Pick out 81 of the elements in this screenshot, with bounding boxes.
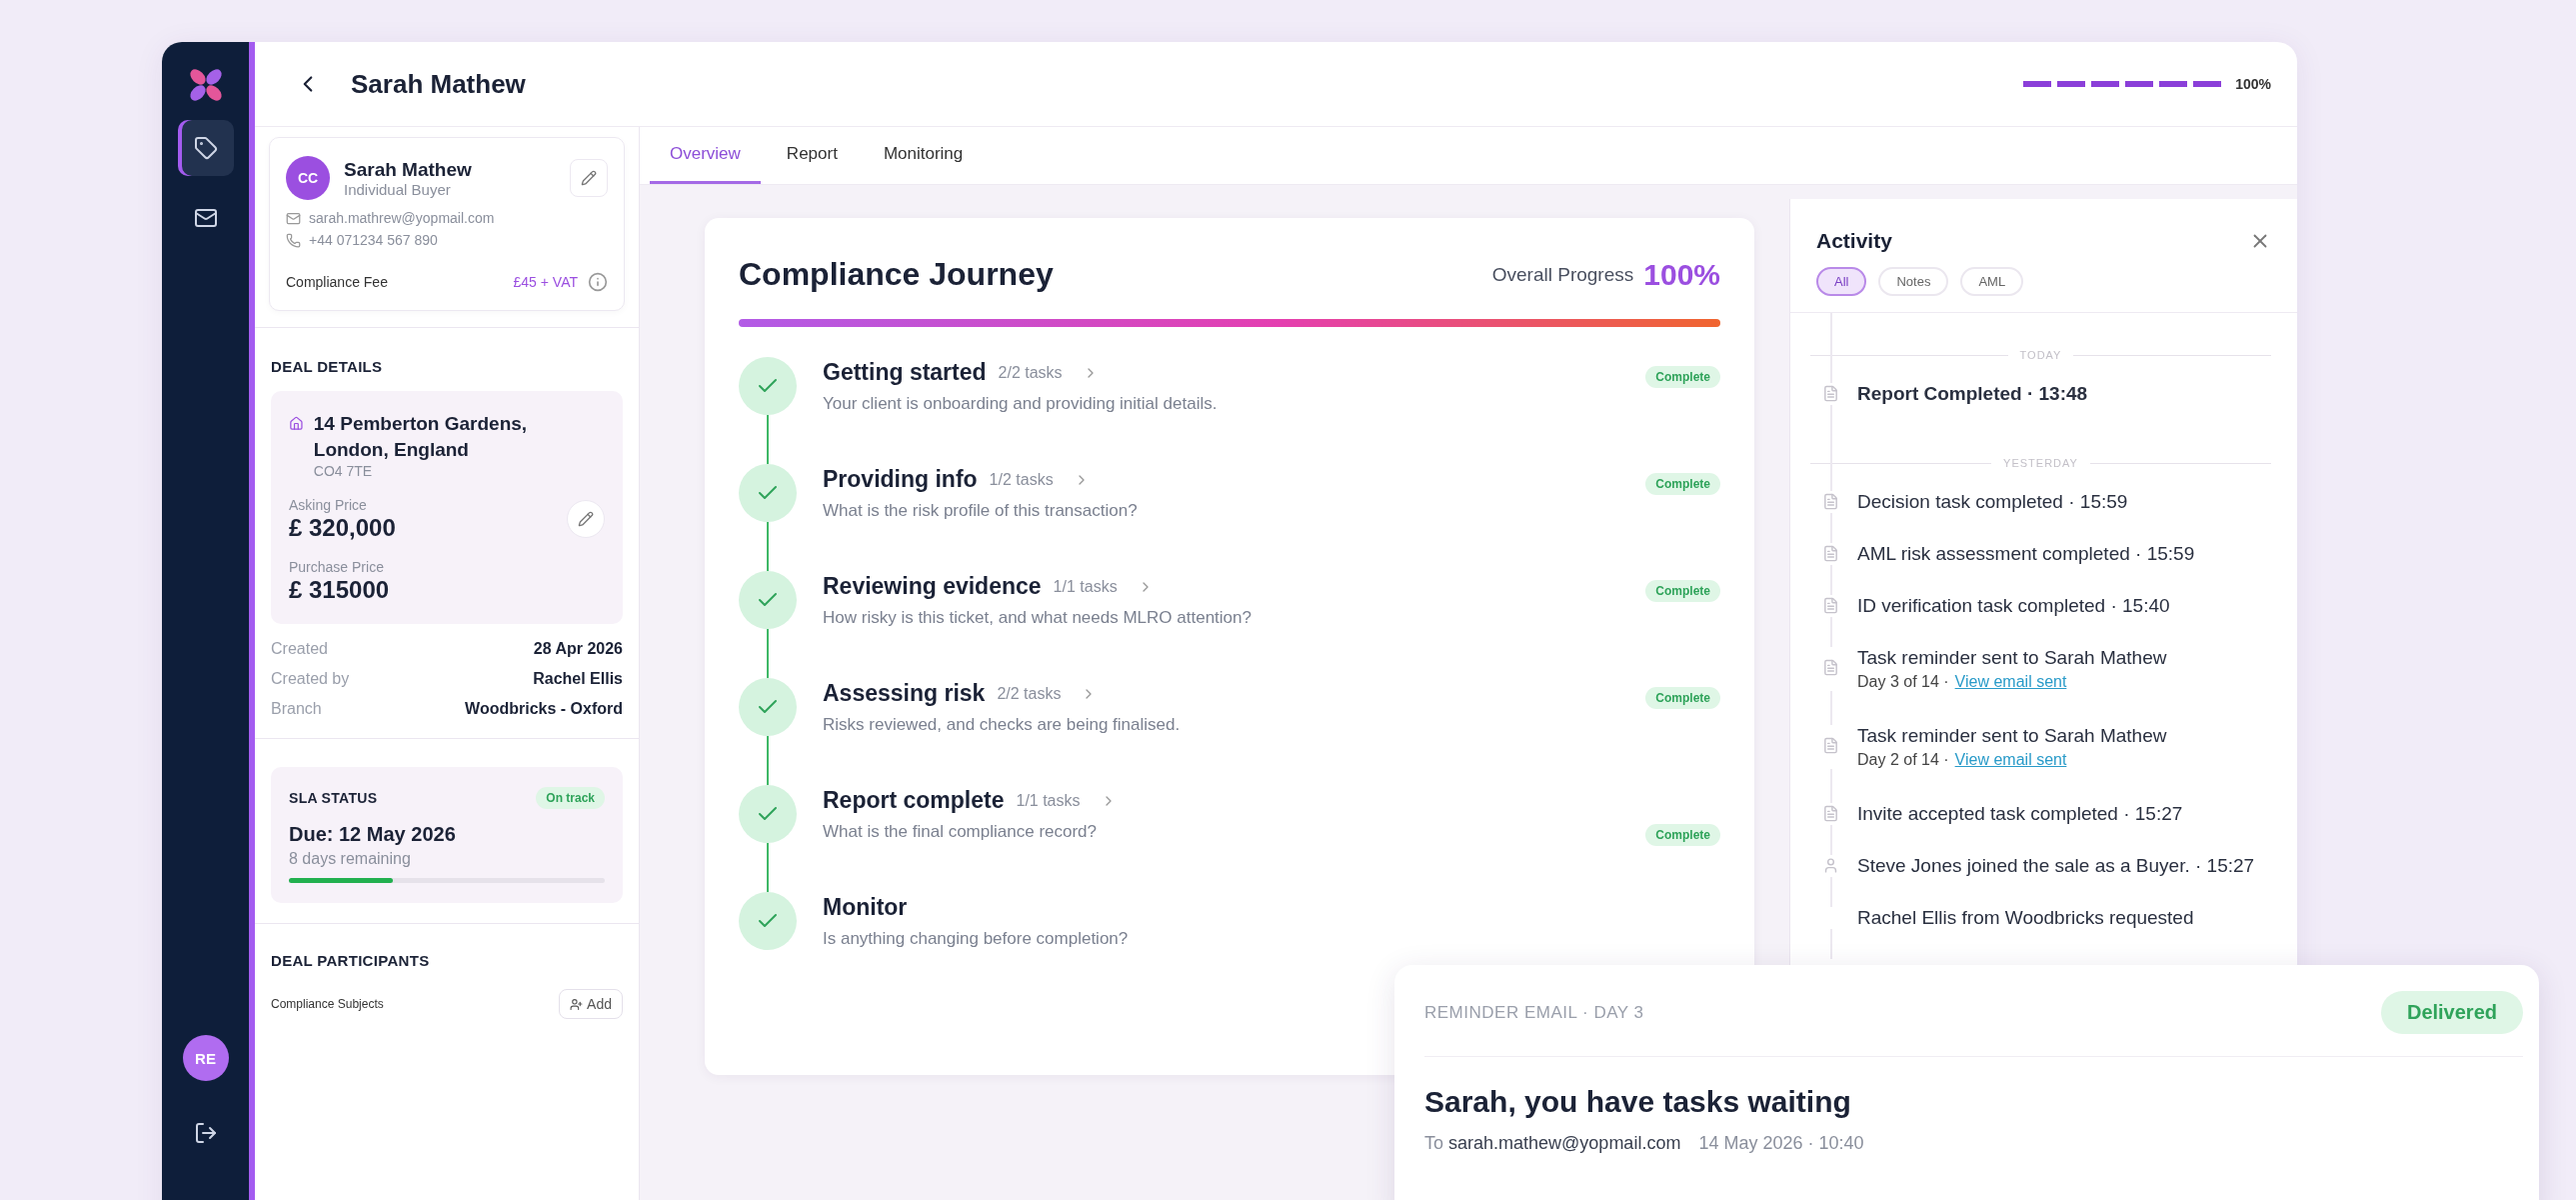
progress-label: 100% [2235, 76, 2271, 92]
step-tasks: 1/2 tasks [989, 470, 1054, 489]
status-badge: Complete [1645, 580, 1720, 602]
subjects-label: Compliance Subjects [271, 997, 384, 1012]
price-label: Asking Price [289, 497, 367, 514]
client-phone: +44 071234 567 890 [309, 232, 438, 248]
page-title: Sarah Mathew [351, 68, 526, 100]
fee-label: Compliance Fee [286, 274, 388, 290]
overall-progress-value: 100% [1643, 257, 1720, 292]
step-title: Report complete [823, 787, 1005, 814]
fact-label: Created by [271, 670, 350, 689]
status-badge: Complete [1645, 366, 1720, 388]
section-heading: DEAL PARTICIPANTS [271, 952, 431, 970]
journey-title: Compliance Journey [739, 256, 1054, 293]
overall-progress-label: Overall Progress [1491, 263, 1634, 286]
status-badge: Complete [1645, 824, 1720, 846]
activity-text: AML risk assessment completed · 15:59 [1857, 543, 2195, 565]
fact-value: Rachel Ellis [533, 670, 623, 689]
status-badge: On track [536, 787, 605, 810]
client-email: sarah.mathrew@yopmail.com [309, 210, 495, 226]
deal-postcode: CO4 7TE [313, 463, 373, 480]
activity-text: ID verification task completed · 15:40 [1857, 595, 2170, 617]
step-title: Assessing risk [823, 680, 986, 707]
fact-label: Branch [271, 700, 322, 719]
email-recipient: To sarah.mathew@yopmail.com [1424, 1133, 1681, 1154]
activity-text: Task reminder sent to Sarah Mathew [1857, 647, 2167, 669]
section-heading: DEAL DETAILS [271, 358, 384, 375]
tab[interactable]: Monitoring [863, 127, 984, 184]
step-description: Your client is onboarding and providing initial details. [823, 394, 1219, 414]
step-tasks: 2/2 tasks [997, 684, 1062, 703]
client-name: Sarah Mathew [344, 158, 472, 181]
activity-text: Invite accepted task completed · 15:27 [1857, 803, 2183, 825]
step-description: How risky is this ticket, and what needs MLRO attention? [823, 608, 1253, 628]
fee-value: £45 + VAT [513, 274, 578, 290]
user-avatar[interactable]: RE [182, 1035, 229, 1081]
price-label: Purchase Price [289, 559, 384, 576]
step-description: What is the risk profile of this transaction? [823, 501, 1139, 521]
activity-detail: Day 3 of 14 · [1857, 673, 1949, 691]
fact-label: Created [271, 640, 328, 659]
fact-value: 28 Apr 2026 [533, 640, 623, 659]
filter-chip[interactable]: AML [1960, 267, 2024, 296]
price-value: £ 320,000 [289, 514, 396, 543]
activity-text: Report Completed · 13:48 [1857, 383, 2088, 405]
price-value: £ 315000 [289, 576, 390, 605]
step-description: Risks reviewed, and checks are being finalised. [823, 715, 1182, 735]
step-description: What is the final compliance record? [823, 822, 1099, 842]
step-tasks: 1/1 tasks [1053, 577, 1118, 596]
step-title: Monitor [823, 894, 908, 921]
activity-text: Task reminder sent to Sarah Mathew [1857, 725, 2167, 747]
client-role: Individual Buyer [344, 180, 452, 198]
filter-chip[interactable]: All [1816, 267, 1867, 296]
activity-text: Steve Jones joined the sale as a Buyer. · 15:27 [1857, 855, 2255, 877]
step-title: Getting started [823, 359, 987, 386]
step-tasks: 2/2 tasks [998, 363, 1063, 382]
activity-text: Decision task completed · 15:59 [1857, 491, 2128, 513]
filter-chip[interactable]: Notes [1878, 267, 1949, 296]
step-tasks: 1/1 tasks [1016, 791, 1081, 810]
step-title: Providing info [823, 466, 978, 493]
sla-remaining: 8 days remaining [289, 850, 412, 869]
delivered-badge: Delivered [2380, 991, 2523, 1034]
date-divider: YESTERDAY [2003, 457, 2078, 469]
add-button[interactable]: Add [559, 989, 623, 1020]
activity-text: Rachel Ellis from Woodbricks requested [1857, 907, 2194, 929]
sla-due: Due: 12 May 2026 [289, 823, 457, 847]
status-badge: Complete [1645, 687, 1720, 709]
fact-value: Woodbricks - Oxford [465, 700, 623, 719]
email-subject: Sarah, you have tasks waiting [1424, 1085, 1852, 1119]
view-email-link[interactable]: View email sent [1954, 673, 2067, 691]
panel-title: Activity [1816, 229, 1892, 253]
step-title: Reviewing evidence [823, 573, 1042, 600]
view-email-link[interactable]: View email sent [1954, 751, 2067, 769]
sla-heading: SLA STATUS [289, 790, 378, 807]
step-description: Is anything changing before completion? [823, 929, 1130, 949]
date-divider: TODAY [2019, 349, 2062, 361]
tab[interactable]: Report [766, 127, 858, 184]
client-avatar: CC [286, 156, 330, 200]
status-badge: Complete [1645, 473, 1720, 495]
email-heading: REMINDER EMAIL · DAY 3 [1424, 1002, 1644, 1023]
deal-address: 14 Pemberton Gardens, London, England [313, 412, 529, 462]
activity-detail: Day 2 of 14 · [1857, 751, 1949, 769]
email-date: 14 May 2026 · 10:40 [1698, 1133, 1864, 1154]
